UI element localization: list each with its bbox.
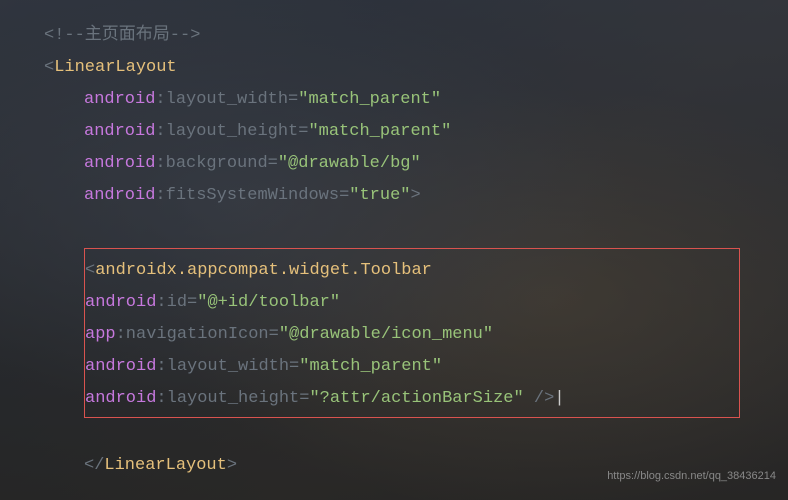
attr-line: android:id="@+id/toolbar" xyxy=(85,287,739,319)
attr-line: android:fitsSystemWindows="true"> xyxy=(44,180,788,212)
attr-line: android:layout_width="match_parent" xyxy=(85,351,739,383)
comment-line: <!--主页面布局--> xyxy=(44,20,788,52)
blank-line xyxy=(44,418,788,450)
toolbar-open-line: <androidx.appcompat.widget.Toolbar xyxy=(85,255,739,287)
text-cursor: | xyxy=(554,389,564,408)
blank-line xyxy=(44,212,788,244)
attr-line: android:layout_height="match_parent" xyxy=(44,116,788,148)
tag-open-line: <LinearLayout xyxy=(44,52,788,84)
code-block: <!--主页面布局--> <LinearLayout android:layou… xyxy=(0,0,788,482)
attr-line: android:layout_width="match_parent" xyxy=(44,84,788,116)
attr-line: app:navigationIcon="@drawable/icon_menu" xyxy=(85,319,739,351)
xml-comment: <!--主页面布局--> xyxy=(44,26,200,45)
watermark-text: https://blog.csdn.net/qq_38436214 xyxy=(607,460,776,492)
attr-line: android:layout_height="?attr/actionBarSi… xyxy=(85,383,739,415)
attr-line: android:background="@drawable/bg" xyxy=(44,148,788,180)
highlighted-region: <androidx.appcompat.widget.Toolbar andro… xyxy=(84,248,740,418)
